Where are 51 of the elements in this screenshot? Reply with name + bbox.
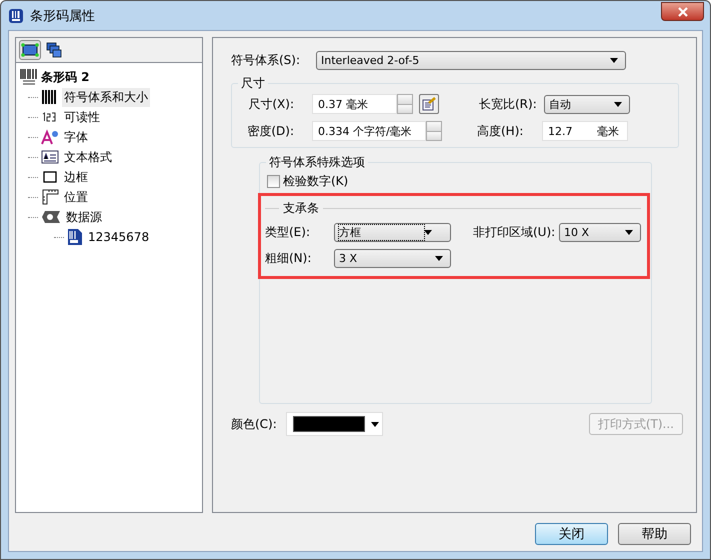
density-field[interactable]: 0.334 个字符/毫米: [312, 121, 426, 141]
close-button[interactable]: [661, 2, 704, 21]
toolbar-button[interactable]: [19, 40, 41, 60]
dialog-button[interactable]: 帮助: [618, 523, 691, 545]
field-label: 符号体系(S):: [231, 52, 302, 68]
dialog-button[interactable]: 关闭: [535, 523, 608, 545]
barcode-icon: [41, 89, 59, 105]
color-picker[interactable]: [286, 412, 383, 436]
symbology-dropdown[interactable]: Interleaved 2-of-5: [316, 50, 626, 70]
height-field[interactable]: 12.7 毫米: [542, 121, 628, 141]
size-field[interactable]: 0.37 毫米: [312, 94, 397, 114]
type-dropdown[interactable]: 方框: [334, 223, 451, 242]
tree-item[interactable]: 边框: [62, 168, 90, 186]
data-source-icon: [41, 209, 61, 225]
window-title: 条形码属性: [30, 8, 95, 24]
group-title: 尺寸: [238, 75, 268, 92]
barcode-app-icon: [8, 8, 24, 24]
field-label: 非打印区域(U):: [473, 224, 556, 241]
section-title: 支承条: [283, 200, 319, 216]
tree-item[interactable]: 文本格式: [62, 148, 114, 166]
font-icon: [41, 129, 59, 145]
text-document-icon: [41, 149, 59, 165]
field-label: 尺寸(X):: [247, 96, 295, 112]
ratio-dropdown[interactable]: 自动: [544, 94, 630, 114]
square-icon: [41, 169, 59, 185]
field-label: 密度(D):: [246, 122, 295, 140]
field-label: 颜色(C):: [231, 416, 278, 432]
field-label: 高度(H):: [477, 122, 524, 140]
thickness-dropdown[interactable]: 3 X: [334, 249, 451, 268]
tree-item[interactable]: 条形码 2: [41, 68, 90, 86]
field-label: 粗细(N):: [265, 250, 312, 267]
tree-item[interactable]: 数据源: [64, 208, 104, 226]
object-frame-icon: [21, 43, 39, 57]
settings-button[interactable]: [419, 94, 439, 114]
document-pencil-icon: [422, 97, 436, 111]
group-title: 符号体系特殊选项: [266, 154, 368, 171]
layers-icon: [46, 42, 62, 58]
quiet-zone-dropdown[interactable]: 10 X: [559, 223, 641, 242]
field-label: 类型(E):: [265, 224, 311, 241]
ruler-icon: [41, 189, 59, 205]
barcode-document-icon: [67, 228, 83, 246]
close-icon: [678, 6, 688, 16]
checkbox-label: 检验数字(K): [283, 173, 348, 190]
checkbox[interactable]: [267, 175, 280, 188]
tree-item[interactable]: 字体: [62, 128, 90, 146]
tree-item[interactable]: 可读性: [62, 108, 102, 126]
tree-item[interactable]: 符号体系和大小: [62, 88, 150, 106]
field-label: 长宽比(R):: [479, 96, 538, 112]
barcode-icon: [20, 69, 38, 85]
tree-item[interactable]: 位置: [62, 188, 90, 206]
tree-item[interactable]: 12345678: [86, 229, 152, 245]
